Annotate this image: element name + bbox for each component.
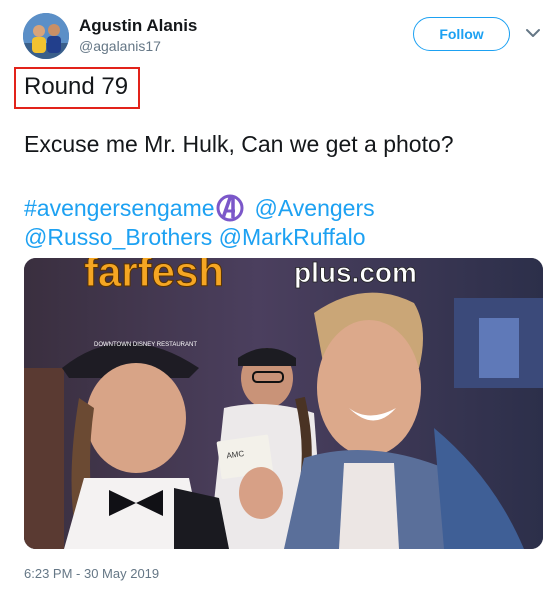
follow-button[interactable]: Follow — [413, 17, 510, 51]
tweet-text: Excuse me Mr. Hulk, Can we get a photo? — [24, 131, 454, 157]
tweet-timestamp[interactable]: 6:23 PM - 30 May 2019 — [24, 566, 159, 581]
mention-russo-brothers[interactable]: @Russo_Brothers — [24, 224, 212, 250]
avengers-logo-icon — [216, 194, 244, 222]
mention-avengers[interactable]: @Avengers — [255, 195, 375, 222]
cap-text: DOWNTOWN DISNEY RESTAURANT — [94, 342, 197, 348]
highlight-text: Round 79 — [24, 73, 129, 100]
watermark-plus: plus.com — [294, 258, 417, 288]
watermark-farfesh: farfesh — [84, 258, 224, 295]
tweet-photo[interactable]: DOWNTOWN DISNEY RESTAURANT AMC farfesh p… — [24, 258, 543, 549]
chevron-down-icon[interactable] — [524, 26, 542, 40]
avatar[interactable] — [23, 13, 69, 59]
user-name[interactable]: Agustin Alanis — [79, 16, 197, 36]
tweet-tags-line-1: #avengersengame @Avengers — [24, 193, 375, 223]
hashtag-link[interactable]: #avengersengame — [24, 195, 215, 222]
highlight-box: Round 79 — [14, 67, 140, 109]
tweet-tags-line-2: @Russo_Brothers @MarkRuffalo — [24, 224, 366, 251]
mention-markruffalo[interactable]: @MarkRuffalo — [219, 224, 366, 250]
tweet-header: Agustin Alanis @agalanis17 Follow — [0, 0, 560, 64]
user-handle[interactable]: @agalanis17 — [79, 38, 161, 54]
